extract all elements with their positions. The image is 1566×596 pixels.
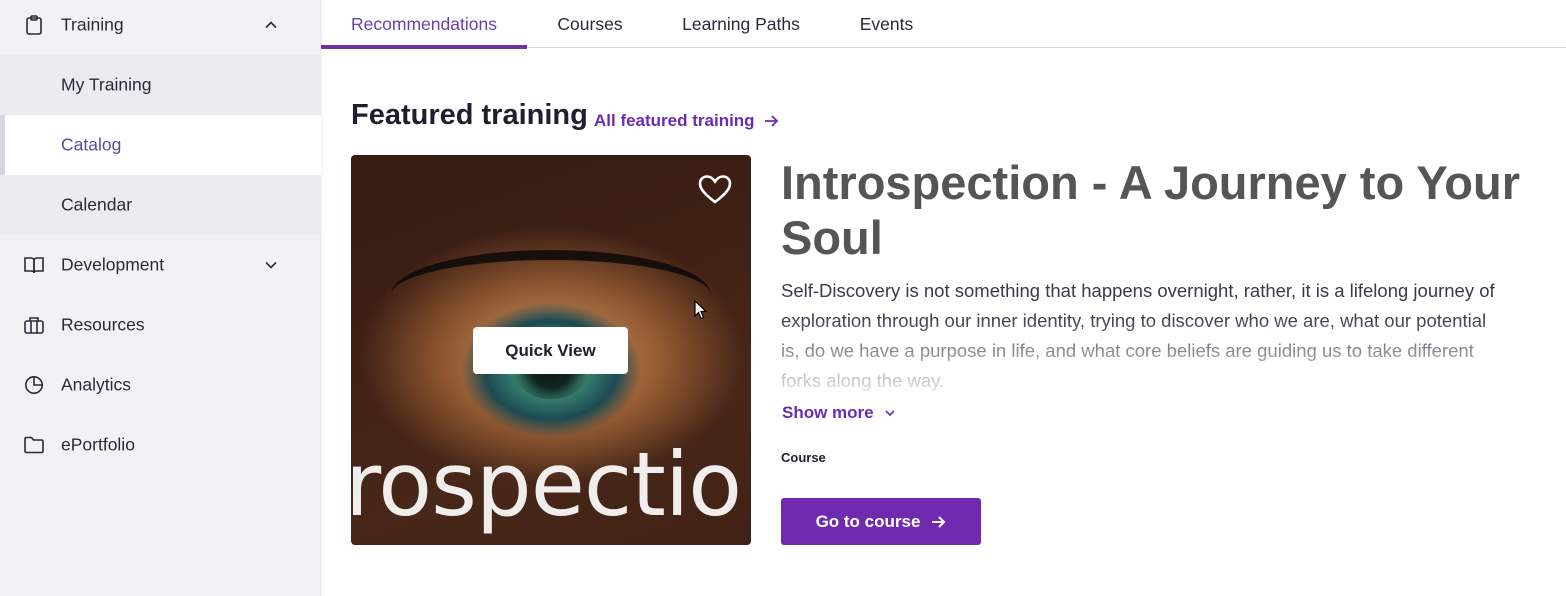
- sidebar-subitem-my-training[interactable]: My Training: [0, 55, 321, 115]
- sidebar-item-label: Resources: [61, 314, 145, 335]
- sidebar-item-resources[interactable]: Resources: [0, 295, 321, 355]
- section-title: Featured training: [351, 99, 588, 131]
- sidebar-item-training[interactable]: Training: [0, 0, 321, 55]
- tab-courses[interactable]: Courses: [527, 0, 653, 48]
- course-title: Introspection - A Journey to Your Soul: [781, 156, 1520, 264]
- sidebar-subitem-catalog[interactable]: Catalog: [0, 115, 321, 175]
- clipboard-icon: [24, 15, 44, 35]
- pie-chart-icon: [24, 375, 44, 395]
- folder-icon: [24, 435, 44, 455]
- show-more-button[interactable]: Show more: [782, 403, 896, 423]
- thumbnail-text: rospectio: [351, 433, 742, 536]
- chevron-down-icon[interactable]: [263, 257, 279, 273]
- quick-view-button[interactable]: Quick View: [473, 327, 628, 374]
- sidebar-subitem-calendar[interactable]: Calendar: [0, 175, 321, 235]
- sidebar-subitem-label: Catalog: [61, 134, 122, 155]
- tab-bar: Recommendations Courses Learning Paths E…: [321, 0, 1566, 49]
- favorite-heart-icon[interactable]: [698, 174, 732, 206]
- arrow-right-icon: [764, 115, 778, 127]
- go-to-course-button[interactable]: Go to course: [781, 498, 981, 545]
- sidebar-subitem-label: Calendar: [61, 194, 133, 215]
- course-type-label: Course: [781, 450, 826, 465]
- sidebar-item-label: Analytics: [61, 374, 132, 395]
- sidebar-item-label: ePortfolio: [61, 434, 135, 455]
- book-icon: [24, 255, 44, 275]
- chevron-down-icon: [885, 410, 895, 417]
- tab-recommendations[interactable]: Recommendations: [321, 0, 527, 49]
- sidebar-subitem-label: My Training: [61, 74, 152, 95]
- go-to-course-label: Go to course: [815, 511, 921, 531]
- tab-learning-paths[interactable]: Learning Paths: [653, 0, 829, 48]
- sidebar-item-label: Training: [61, 14, 124, 35]
- briefcase-icon: [24, 315, 44, 335]
- all-featured-training-link[interactable]: All featured training: [594, 111, 779, 131]
- all-featured-training-label: All featured training: [594, 111, 755, 130]
- course-thumbnail[interactable]: rospectio Quick View: [351, 155, 751, 545]
- sidebar-item-development[interactable]: Development: [0, 235, 321, 295]
- arrow-right-icon: [932, 515, 946, 528]
- chevron-up-icon[interactable]: [263, 17, 279, 33]
- description-fade: [781, 316, 1501, 394]
- show-more-label: Show more: [782, 403, 874, 422]
- course-description-container: Self-Discovery is not something that hap…: [781, 276, 1501, 394]
- tab-events[interactable]: Events: [829, 0, 944, 48]
- mouse-cursor-icon: [694, 300, 708, 320]
- sidebar-item-analytics[interactable]: Analytics: [0, 355, 321, 415]
- sidebar-shadow: [321, 0, 325, 596]
- sidebar-item-label: Development: [61, 254, 165, 275]
- sidebar: Training My Training Catalog Calendar De…: [0, 0, 321, 596]
- sidebar-item-eportfolio[interactable]: ePortfolio: [0, 415, 321, 475]
